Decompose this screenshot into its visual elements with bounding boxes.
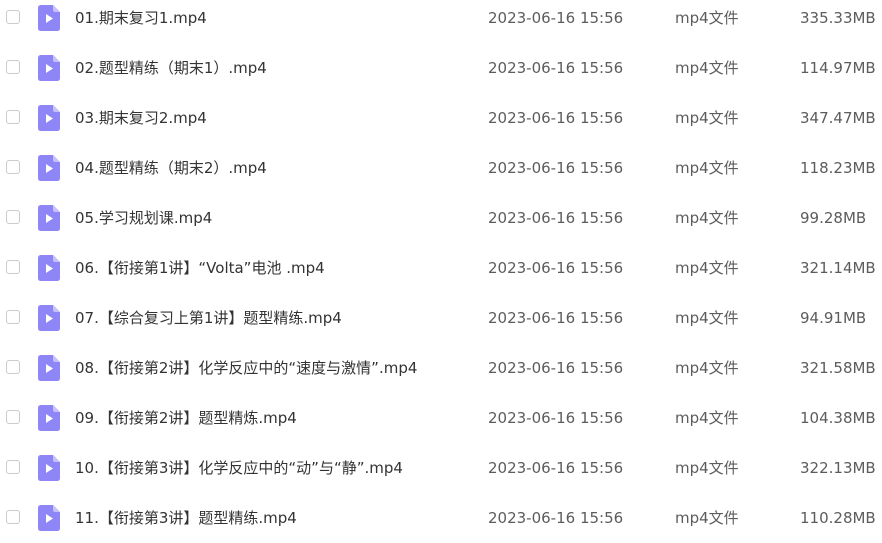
file-name[interactable]: 03.期末复习2.mp4 xyxy=(75,107,207,129)
file-type: mp4文件 xyxy=(675,209,739,227)
file-list: 01.期末复习1.mp4 2023-06-16 15:56 mp4文件 335.… xyxy=(0,0,882,543)
file-size: 94.91MB xyxy=(800,309,867,327)
file-date: 2023-06-16 15:56 xyxy=(488,109,624,127)
row-checkbox[interactable] xyxy=(6,210,20,224)
file-name[interactable]: 04.题型精练（期末2）.mp4 xyxy=(75,157,267,179)
file-date: 2023-06-16 15:56 xyxy=(488,259,624,277)
file-name[interactable]: 10.【衔接第3讲】化学反应中的“动”与“静”.mp4 xyxy=(75,457,403,479)
file-date: 2023-06-16 15:56 xyxy=(488,359,624,377)
file-date: 2023-06-16 15:56 xyxy=(488,309,624,327)
file-name[interactable]: 06.【衔接第1讲】“Volta”电池 .mp4 xyxy=(75,257,325,279)
file-row[interactable]: 01.期末复习1.mp4 2023-06-16 15:56 mp4文件 335.… xyxy=(0,0,882,43)
file-type: mp4文件 xyxy=(675,409,739,427)
file-row[interactable]: 08.【衔接第2讲】化学反应中的“速度与激情”.mp4 2023-06-16 1… xyxy=(0,343,882,393)
video-file-icon xyxy=(38,105,60,131)
file-size: 335.33MB xyxy=(800,9,876,27)
file-name[interactable]: 05.学习规划课.mp4 xyxy=(75,207,212,229)
file-size: 347.47MB xyxy=(800,109,876,127)
file-size: 118.23MB xyxy=(800,159,876,177)
file-type: mp4文件 xyxy=(675,509,739,527)
file-name[interactable]: 07.【综合复习上第1讲】题型精练.mp4 xyxy=(75,307,342,329)
row-checkbox[interactable] xyxy=(6,410,20,424)
video-file-icon xyxy=(38,5,60,31)
file-row[interactable]: 04.题型精练（期末2）.mp4 2023-06-16 15:56 mp4文件 … xyxy=(0,143,882,193)
file-size: 110.28MB xyxy=(800,509,876,527)
row-checkbox[interactable] xyxy=(6,60,20,74)
file-size: 114.97MB xyxy=(800,59,876,77)
row-checkbox[interactable] xyxy=(6,160,20,174)
row-checkbox[interactable] xyxy=(6,510,20,524)
file-row[interactable]: 05.学习规划课.mp4 2023-06-16 15:56 mp4文件 99.2… xyxy=(0,193,882,243)
video-file-icon xyxy=(38,355,60,381)
file-row[interactable]: 11.【衔接第3讲】题型精练.mp4 2023-06-16 15:56 mp4文… xyxy=(0,493,882,543)
file-type: mp4文件 xyxy=(675,109,739,127)
video-file-icon xyxy=(38,505,60,531)
row-checkbox[interactable] xyxy=(6,360,20,374)
video-file-icon xyxy=(38,255,60,281)
file-date: 2023-06-16 15:56 xyxy=(488,509,624,527)
file-type: mp4文件 xyxy=(675,359,739,377)
row-checkbox[interactable] xyxy=(6,310,20,324)
file-size: 99.28MB xyxy=(800,209,867,227)
file-date: 2023-06-16 15:56 xyxy=(488,209,624,227)
file-type: mp4文件 xyxy=(675,59,739,77)
file-row[interactable]: 02.题型精练（期末1）.mp4 2023-06-16 15:56 mp4文件 … xyxy=(0,43,882,93)
file-row[interactable]: 07.【综合复习上第1讲】题型精练.mp4 2023-06-16 15:56 m… xyxy=(0,293,882,343)
video-file-icon xyxy=(38,205,60,231)
file-row[interactable]: 06.【衔接第1讲】“Volta”电池 .mp4 2023-06-16 15:5… xyxy=(0,243,882,293)
file-size: 104.38MB xyxy=(800,409,876,427)
video-file-icon xyxy=(38,55,60,81)
file-date: 2023-06-16 15:56 xyxy=(488,409,624,427)
file-size: 321.14MB xyxy=(800,259,876,277)
file-row[interactable]: 09.【衔接第2讲】题型精炼.mp4 2023-06-16 15:56 mp4文… xyxy=(0,393,882,443)
row-checkbox[interactable] xyxy=(6,110,20,124)
file-type: mp4文件 xyxy=(675,259,739,277)
file-date: 2023-06-16 15:56 xyxy=(488,59,624,77)
row-checkbox[interactable] xyxy=(6,460,20,474)
file-type: mp4文件 xyxy=(675,9,739,27)
row-checkbox[interactable] xyxy=(6,10,20,24)
file-date: 2023-06-16 15:56 xyxy=(488,159,624,177)
video-file-icon xyxy=(38,405,60,431)
file-name[interactable]: 02.题型精练（期末1）.mp4 xyxy=(75,57,267,79)
video-file-icon xyxy=(38,305,60,331)
file-size: 322.13MB xyxy=(800,459,876,477)
file-row[interactable]: 10.【衔接第3讲】化学反应中的“动”与“静”.mp4 2023-06-16 1… xyxy=(0,443,882,493)
file-type: mp4文件 xyxy=(675,159,739,177)
file-name[interactable]: 11.【衔接第3讲】题型精练.mp4 xyxy=(75,507,297,529)
file-date: 2023-06-16 15:56 xyxy=(488,9,624,27)
row-checkbox[interactable] xyxy=(6,260,20,274)
file-row[interactable]: 03.期末复习2.mp4 2023-06-16 15:56 mp4文件 347.… xyxy=(0,93,882,143)
file-type: mp4文件 xyxy=(675,309,739,327)
file-type: mp4文件 xyxy=(675,459,739,477)
file-size: 321.58MB xyxy=(800,359,876,377)
file-name[interactable]: 08.【衔接第2讲】化学反应中的“速度与激情”.mp4 xyxy=(75,357,417,379)
file-name[interactable]: 09.【衔接第2讲】题型精炼.mp4 xyxy=(75,407,297,429)
video-file-icon xyxy=(38,155,60,181)
video-file-icon xyxy=(38,455,60,481)
file-date: 2023-06-16 15:56 xyxy=(488,459,624,477)
file-name[interactable]: 01.期末复习1.mp4 xyxy=(75,7,207,29)
